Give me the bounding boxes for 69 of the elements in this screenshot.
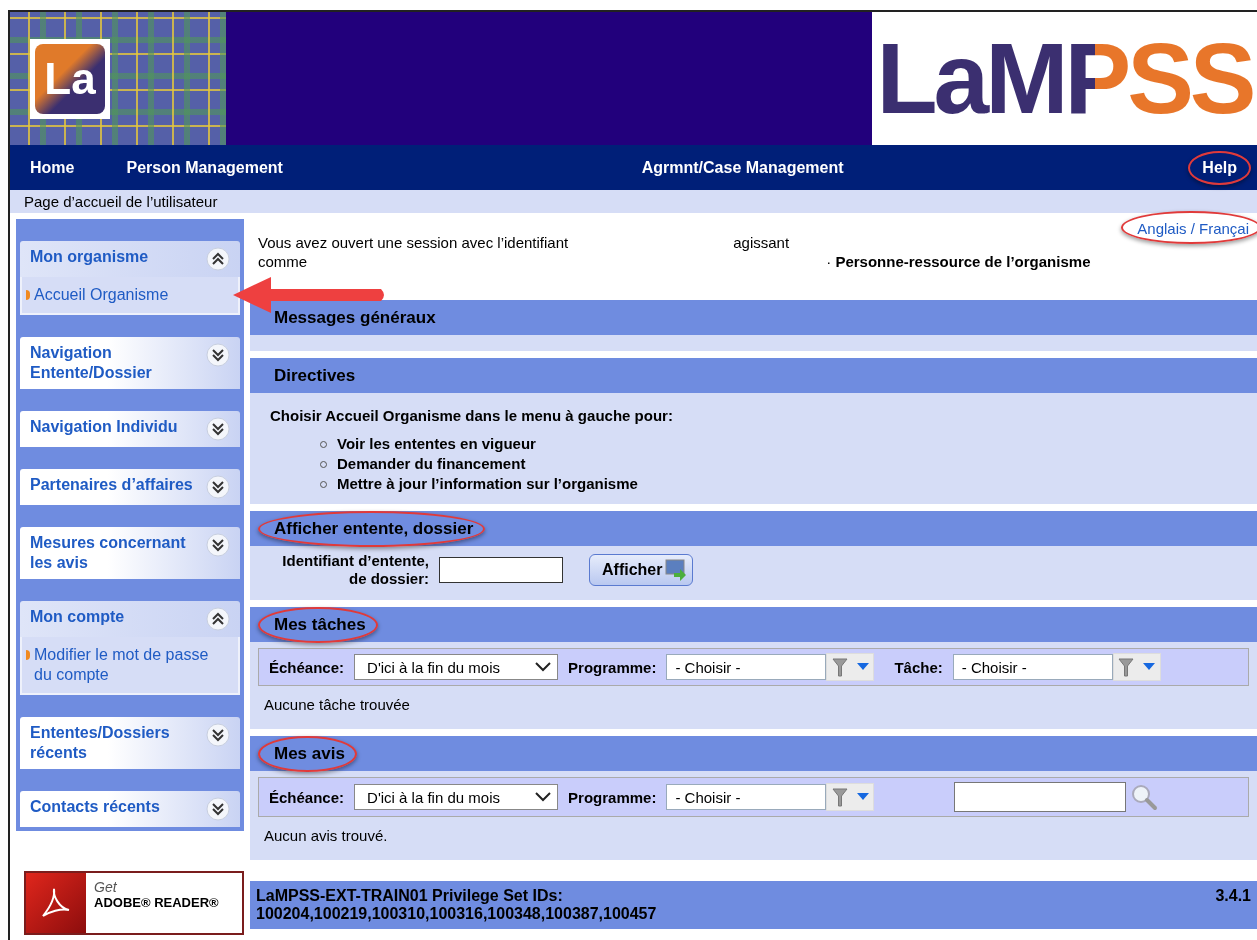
filter-label: Tâche: (894, 658, 943, 676)
funnel-icon[interactable] (831, 657, 848, 677)
empty-message: Aucun avis trouvé. (263, 826, 389, 846)
combo-field[interactable]: - Choisir - (666, 654, 827, 680)
chevron-down-icon (535, 792, 552, 802)
session-text: agissant (732, 233, 791, 252)
session-text: comme (258, 252, 309, 271)
deadline-select[interactable]: D'ici à la fin du mois (354, 654, 559, 680)
nav-link[interactable]: Home (30, 158, 75, 177)
expand-icon[interactable] (206, 797, 230, 821)
agreement-id-field[interactable] (439, 557, 563, 583)
small-logo: La (35, 43, 105, 114)
monitor-arrow-icon (664, 558, 689, 582)
expand-icon[interactable] (206, 475, 230, 499)
language-link[interactable]: Anglais / Françai (1137, 219, 1249, 238)
role-text: · Personne-ressource de l’organisme (825, 252, 1092, 271)
expand-icon[interactable] (206, 343, 230, 367)
sidebar-panel-header[interactable]: Mon compte (20, 601, 240, 637)
filter-label: Échéance: (269, 788, 345, 806)
empty-message: Aucune tâche trouvée (263, 695, 411, 715)
dropdown-icon[interactable] (1143, 663, 1156, 671)
section-title: Mes tâches (274, 614, 366, 635)
breadcrumb: Page d’accueil de l’utilisateur (10, 190, 1257, 213)
sidebar-panel-header[interactable]: Navigation Entente/Dossier (20, 337, 240, 389)
expand-icon[interactable] (206, 533, 230, 557)
sidebar-panel-header[interactable]: Navigation Individu (20, 411, 240, 447)
sidebar-panel-header[interactable]: Partenaires d’affaires (20, 469, 240, 505)
privilege-text: LaMPSS-EXT-TRAIN01 Privilege Set IDs: 100204,100219,100310,100316,100348,100387,100457 (256, 887, 658, 923)
expand-icon[interactable] (206, 417, 230, 441)
combo-field[interactable]: - Choisir - (952, 654, 1113, 680)
display-button[interactable]: Afficher (589, 554, 694, 586)
instruction-item: Demander du financement (337, 454, 526, 474)
version-text: 3.4.1 (1215, 887, 1251, 906)
deadline-select[interactable]: D'ici à la fin du mois (354, 784, 559, 810)
search-field[interactable] (954, 782, 1127, 812)
filter-label: Échéance: (269, 658, 345, 676)
section-title: Directives (274, 365, 356, 386)
instruction-item: Voir les ententes en vigueur (337, 434, 536, 454)
section-title: Afficher entente, dossier (274, 518, 474, 539)
nav-link[interactable]: Help (1202, 158, 1237, 177)
search-icon[interactable] (1130, 783, 1159, 811)
instruction-text: Choisir Accueil Organisme dans le menu à gauche pour: (270, 407, 674, 424)
funnel-icon[interactable] (1118, 657, 1135, 677)
sidebar-panel-header[interactable]: Contacts récents (20, 791, 240, 827)
bullet-icon (26, 290, 30, 300)
dropdown-icon[interactable] (856, 793, 869, 801)
expand-icon[interactable] (206, 723, 230, 747)
session-text: Vous avez ouvert une session avec l’identifiant (258, 233, 569, 252)
field-label: Identifiant d’entente, de dossier: (281, 552, 429, 588)
adobe-reader-badge[interactable]: Get ADOBE® READER® (24, 871, 244, 935)
section-title: Messages généraux (274, 307, 436, 328)
collapse-icon[interactable] (206, 247, 230, 271)
chevron-down-icon (535, 662, 552, 672)
sidebar-panel-header[interactable]: Mon organisme (20, 241, 240, 277)
bullet-icon (26, 650, 30, 660)
section-title: Mes avis (274, 743, 345, 764)
instruction-item: Mettre à jour l’information sur l’organisme (337, 474, 638, 494)
dropdown-icon[interactable] (856, 663, 869, 671)
badge-text: Get (94, 879, 118, 895)
collapse-icon[interactable] (206, 607, 230, 631)
combo-field[interactable]: - Choisir - (666, 784, 827, 810)
sidebar-panel-header[interactable]: Mesures concernant les avis (20, 527, 240, 579)
sidebar-panel-header[interactable]: Ententes/Dossiers récents (20, 717, 240, 769)
nav-link[interactable]: Agrmnt/Case Management (641, 158, 844, 177)
funnel-icon[interactable] (831, 787, 848, 807)
filter-label: Programme: (568, 788, 657, 806)
badge-title: ADOBE® READER® (94, 895, 219, 910)
filter-label: Programme: (568, 658, 657, 676)
nav-link[interactable]: Person Management (126, 158, 283, 177)
